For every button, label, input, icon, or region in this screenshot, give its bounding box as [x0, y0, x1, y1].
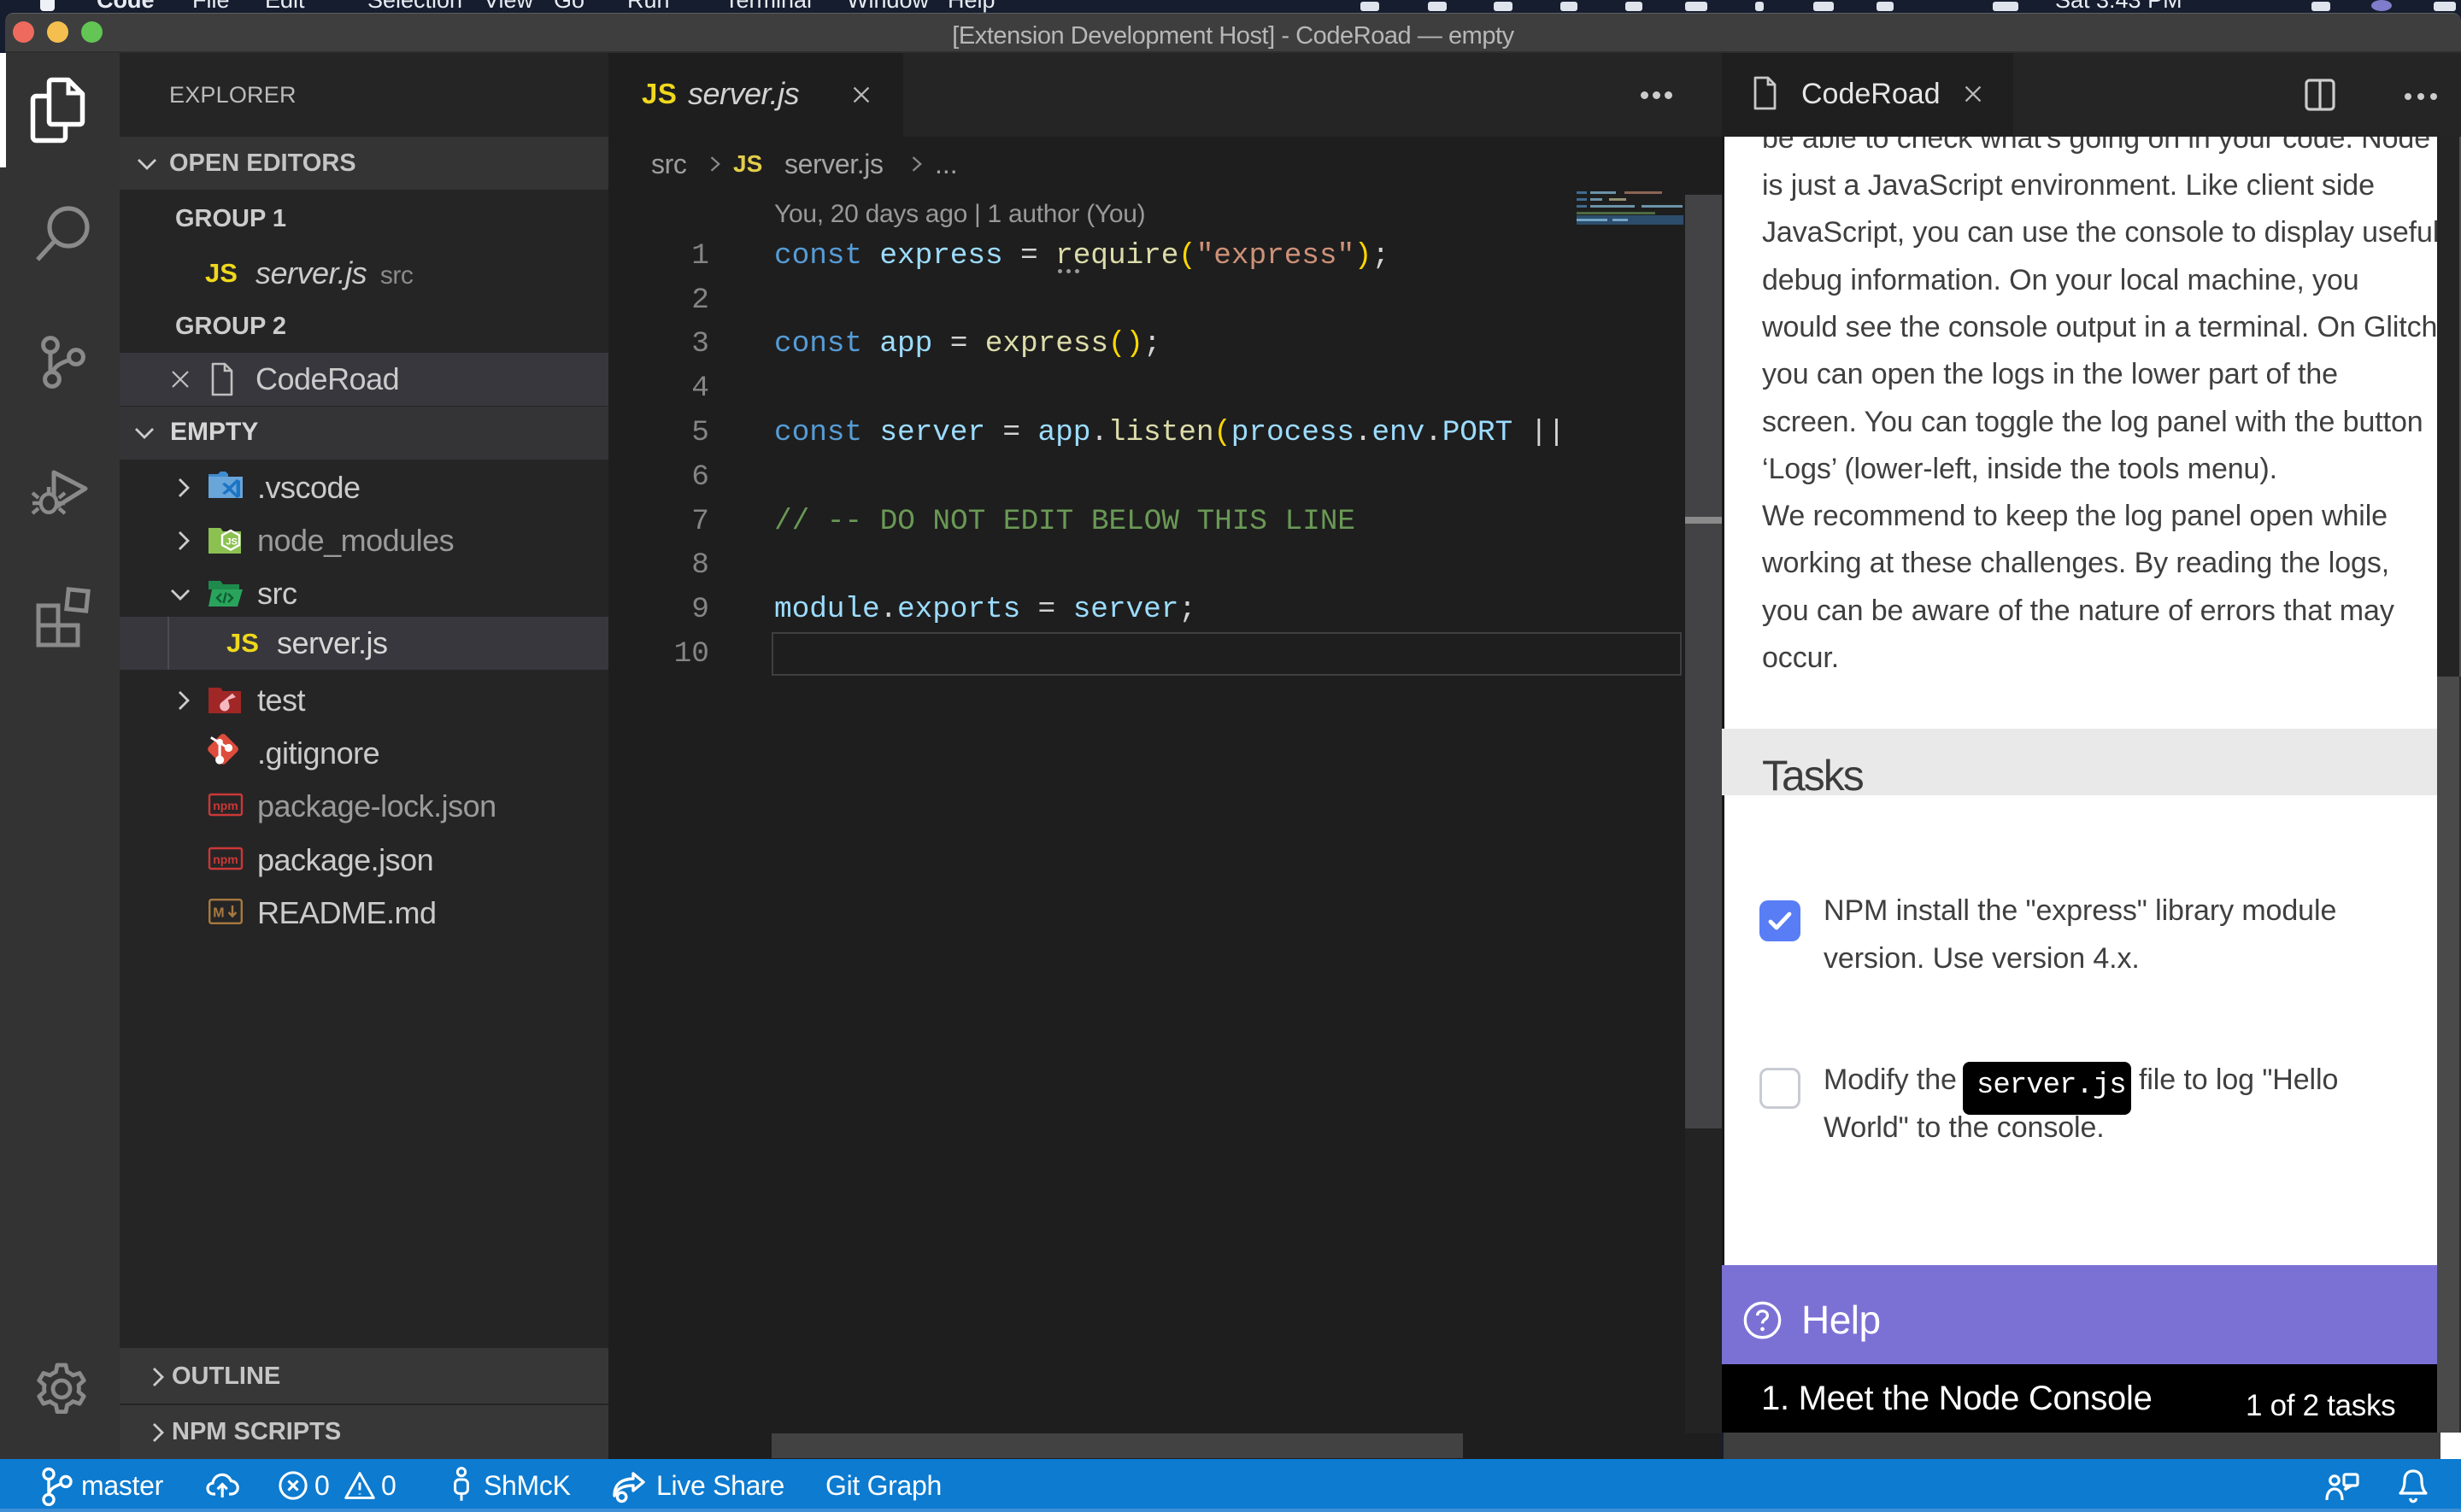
svg-text:M: M [213, 906, 224, 921]
svg-text:npm: npm [213, 799, 238, 812]
svg-text:npm: npm [213, 853, 238, 866]
svg-text:JS: JS [226, 536, 237, 547]
